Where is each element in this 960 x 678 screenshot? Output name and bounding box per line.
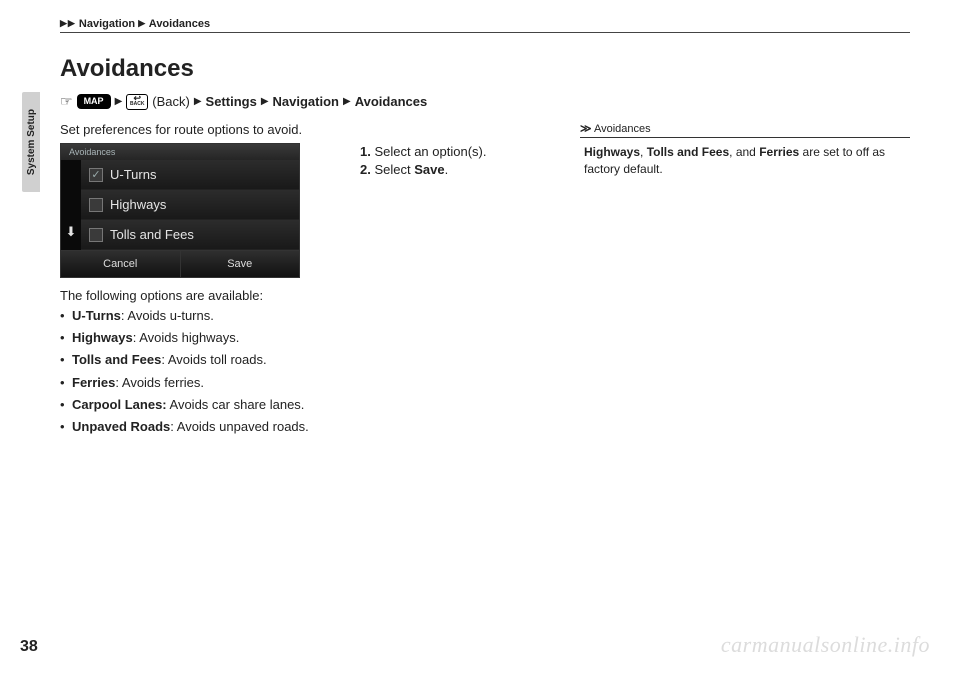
breadcrumb: ▶▶ Navigation ▶ Avoidances: [60, 18, 910, 30]
breadcrumb-sub: Avoidances: [149, 18, 210, 30]
options-list: U-Turns: Avoids u-turns. Highways: Avoid…: [60, 307, 330, 436]
cancel-button: Cancel: [61, 250, 181, 277]
note-body: Highways, Tolls and Fees, and Ferries ar…: [580, 144, 910, 178]
path-navigation: Navigation: [273, 94, 339, 109]
option-item: U-Turns: Avoids u-turns.: [60, 307, 330, 325]
scroll-arrow-column: ⬇: [61, 160, 81, 250]
sidebar-note: ≫ Avoidances Highways, Tolls and Fees, a…: [580, 122, 910, 178]
device-screenshot: Avoidances ⬇ ✓ U-Turns Highways: [60, 143, 300, 278]
option-item: Unpaved Roads: Avoids unpaved roads.: [60, 418, 330, 436]
checkbox-icon: [89, 198, 103, 212]
path-avoidances: Avoidances: [355, 94, 428, 109]
checkbox-icon: [89, 228, 103, 242]
tri-icon: ▶: [261, 96, 269, 107]
steps: 1. Select an option(s). 2. Select Save.: [360, 144, 550, 177]
double-chevron-icon: ≫: [580, 123, 588, 135]
nav-path: ☜ MAP ▶ BACK (Back) ▶ Settings ▶ Navigat…: [60, 93, 910, 110]
tri-icon: ▶: [115, 96, 123, 107]
tri-icon: ▶: [60, 18, 67, 29]
screenshot-list: ✓ U-Turns Highways Tolls and Fees: [81, 160, 299, 250]
page-title: Avoidances: [60, 55, 910, 83]
list-label: U-Turns: [110, 167, 156, 182]
list-item: Highways: [81, 190, 299, 220]
tri-icon: ▶: [68, 18, 75, 29]
option-item: Carpool Lanes: Avoids car share lanes.: [60, 396, 330, 414]
tri-icon: ▶: [343, 96, 351, 107]
step-2: 2. Select Save.: [360, 162, 550, 177]
list-label: Highways: [110, 197, 166, 212]
breadcrumb-nav: Navigation: [79, 18, 135, 30]
list-item: Tolls and Fees: [81, 220, 299, 250]
save-button: Save: [181, 250, 300, 277]
note-header: ≫ Avoidances: [580, 122, 910, 138]
option-item: Highways: Avoids highways.: [60, 329, 330, 347]
back-button-icon: BACK: [126, 94, 148, 110]
side-tab-label: System Setup: [26, 109, 37, 175]
screenshot-header: Avoidances: [61, 144, 299, 160]
option-item: Tolls and Fees: Avoids toll roads.: [60, 351, 330, 369]
list-label: Tolls and Fees: [110, 227, 194, 242]
path-settings: Settings: [206, 94, 257, 109]
page-number: 38: [20, 638, 38, 656]
intro-text: Set preferences for route options to avo…: [60, 122, 330, 137]
tri-icon: ▶: [194, 96, 202, 107]
side-tab: System Setup: [22, 92, 40, 192]
map-button-icon: MAP: [77, 94, 111, 109]
tri-icon: ▶: [138, 18, 145, 29]
back-label: (Back): [152, 94, 190, 109]
hand-icon: ☜: [60, 93, 73, 110]
watermark: carmanualsonline.info: [721, 632, 930, 658]
option-item: Ferries: Avoids ferries.: [60, 374, 330, 392]
checkbox-icon: ✓: [89, 168, 103, 182]
step-1: 1. Select an option(s).: [360, 144, 550, 159]
list-item: ✓ U-Turns: [81, 160, 299, 190]
header-rule: ▶▶ Navigation ▶ Avoidances: [60, 18, 910, 33]
options-intro: The following options are available:: [60, 288, 330, 303]
down-arrow-icon: ⬇: [66, 224, 77, 240]
